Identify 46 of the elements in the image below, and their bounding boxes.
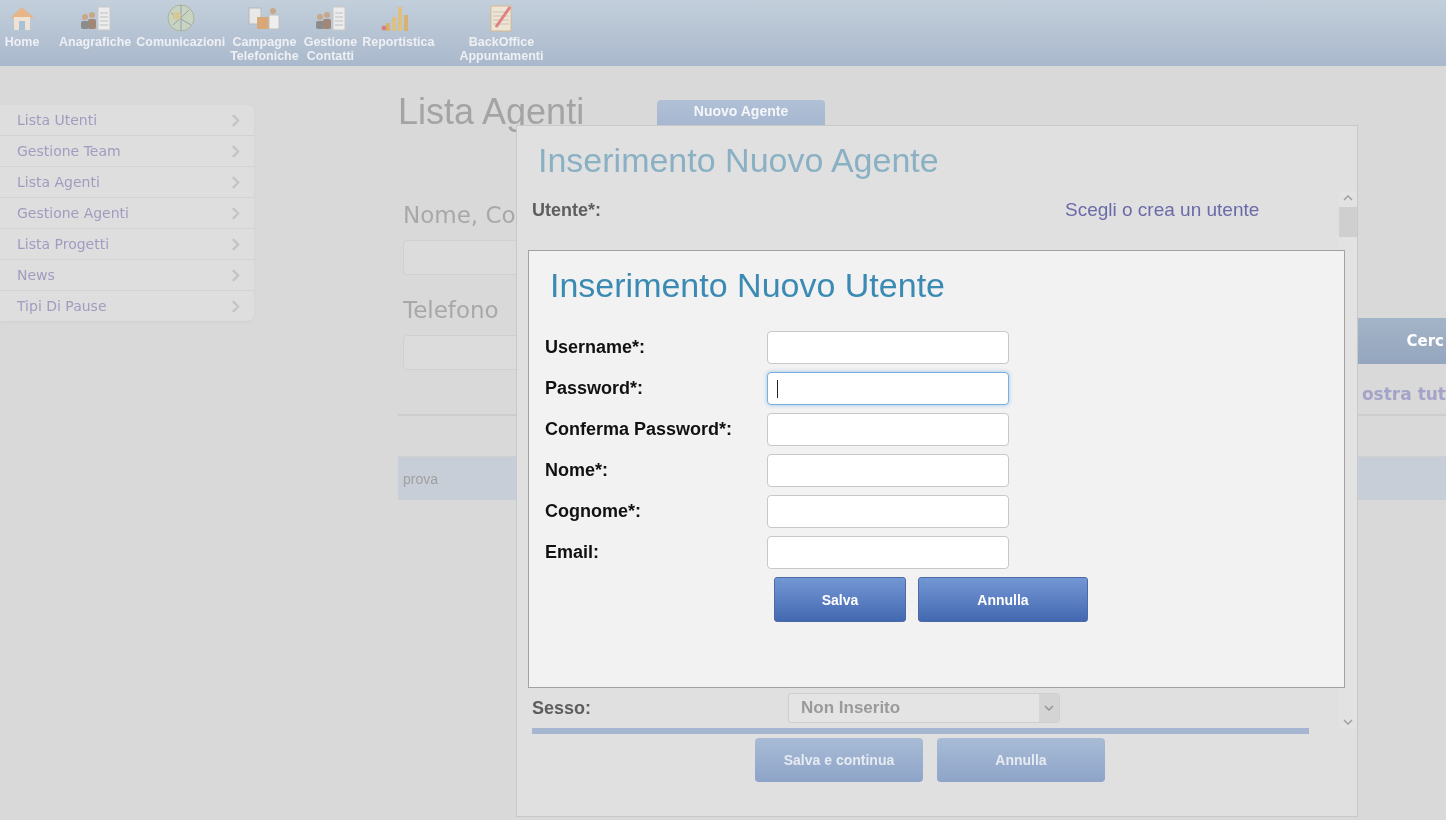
chevron-right-icon xyxy=(231,206,240,220)
table-cell: prova xyxy=(403,470,439,487)
input-field[interactable] xyxy=(767,331,1009,364)
nav-item[interactable]: Gestione Contatti xyxy=(301,0,360,63)
field-label: Nome*: xyxy=(545,460,609,481)
field-label: Email: xyxy=(545,542,601,563)
field-label: Sesso: xyxy=(532,697,593,719)
field-label: Username*: xyxy=(545,337,647,358)
sidebar-item[interactable]: Tipi Di Pause xyxy=(0,291,254,321)
sidebar-item[interactable]: Gestione Team xyxy=(0,136,254,167)
chevron-right-icon xyxy=(231,237,240,251)
dialog-title: Inserimento Nuovo Utente xyxy=(549,265,946,305)
chevron-right-icon xyxy=(231,268,240,282)
field-label: Cognome*: xyxy=(545,501,642,522)
input-field[interactable] xyxy=(767,413,1009,446)
nav-item[interactable]: Campagne Telefoniche xyxy=(228,0,301,63)
nav-item[interactable]: Comunicazioni xyxy=(134,0,228,49)
nav-item[interactable]: Reportistica xyxy=(360,0,437,49)
input-field[interactable] xyxy=(767,372,1009,405)
sex-select[interactable]: Non Inserito xyxy=(788,693,1060,723)
dialog-button[interactable]: Salva xyxy=(774,577,906,622)
nav-item[interactable]: Home xyxy=(2,0,42,49)
chevron-right-icon xyxy=(231,175,240,189)
search-button[interactable]: Cerc xyxy=(1358,318,1446,364)
field-label: Password*: xyxy=(545,378,645,399)
dialog-button[interactable]: Salva e continua xyxy=(755,738,923,782)
chevron-right-icon xyxy=(231,113,240,127)
dialog-button[interactable]: Annulla xyxy=(918,577,1088,622)
input-field[interactable] xyxy=(767,454,1009,487)
sidebar-item[interactable]: Gestione Agenti xyxy=(0,198,254,229)
sidebar-item[interactable]: Lista Agenti xyxy=(0,167,254,198)
input-field[interactable] xyxy=(767,536,1009,569)
scrollbar-thumb[interactable] xyxy=(1339,207,1357,237)
nav-item[interactable]: Anagrafiche xyxy=(57,0,134,49)
dialog-title: Inserimento Nuovo Agente xyxy=(537,140,940,180)
sidebar-item[interactable]: Lista Utenti xyxy=(0,105,254,136)
chevron-right-icon xyxy=(231,299,240,313)
choose-user-link[interactable]: Scegli o crea un utente xyxy=(1065,199,1260,221)
input-field[interactable] xyxy=(767,495,1009,528)
sidebar-item[interactable]: News xyxy=(0,260,254,291)
field-label: Utente*: xyxy=(532,199,602,221)
field-label: Conferma Password*: xyxy=(545,419,734,440)
dialog-button[interactable]: Annulla xyxy=(937,738,1105,782)
sidebar-item[interactable]: Lista Progetti xyxy=(0,229,254,260)
nav-item[interactable]: BackOffice Appuntamenti xyxy=(457,0,546,63)
chevron-right-icon xyxy=(231,144,240,158)
